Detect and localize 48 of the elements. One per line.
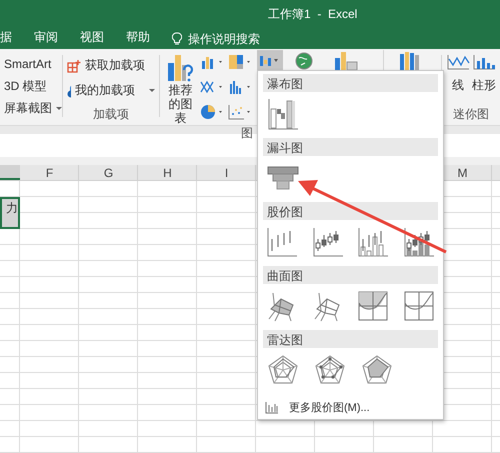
- recommended-charts-button[interactable]: 推荐的图表: [164, 53, 197, 126]
- shape-icon: [66, 84, 71, 98]
- section-header: 曲面图: [263, 266, 438, 284]
- ribbon-tab[interactable]: 审阅: [34, 28, 58, 50]
- ribbon-button[interactable]: 我的加载项: [66, 78, 155, 104]
- chart-question-icon: [166, 53, 194, 84]
- column-header[interactable]: G: [79, 165, 138, 180]
- ribbon-button[interactable]: 获取加载项: [66, 53, 155, 78]
- sparkline-button[interactable]: 柱形: [472, 53, 496, 94]
- more-charts-link[interactable]: 更多股价图(M)...: [263, 394, 438, 415]
- column-header[interactable]: I: [197, 165, 256, 180]
- ribbon-tab[interactable]: 据: [0, 28, 12, 50]
- stock-chart-icon[interactable]: [310, 225, 345, 259]
- treemap-icon[interactable]: [226, 53, 253, 72]
- group-label: 迷你图: [453, 106, 490, 124]
- selected-cell[interactable]: 力: [0, 197, 20, 229]
- ribbon-button[interactable]: 3D 模型: [4, 75, 58, 98]
- column-header[interactable]: H: [138, 165, 197, 180]
- section-header: 瀑布图: [263, 74, 438, 92]
- sparkline-button[interactable]: 线: [446, 53, 470, 94]
- group-label: 加载项: [92, 106, 129, 124]
- pivot-chart-icon[interactable]: [332, 50, 359, 70]
- waterfall-chart-icon[interactable]: [266, 97, 300, 131]
- globe-icon[interactable]: [292, 50, 315, 70]
- waterfall-chart-button[interactable]: [256, 50, 283, 70]
- group-label: 图: [240, 125, 253, 142]
- stock-chart-icon[interactable]: [356, 225, 390, 259]
- ribbon-tab[interactable]: 视图: [80, 28, 104, 50]
- column-header[interactable]: F: [20, 165, 79, 180]
- scatter-chart-icon[interactable]: [226, 103, 253, 122]
- tell-me-search[interactable]: 操作说明搜索: [188, 30, 260, 48]
- stock-chart-icon[interactable]: [265, 225, 300, 259]
- ribbon-tab[interactable]: 帮助: [126, 28, 150, 50]
- column-header[interactable]: [0, 165, 20, 180]
- window-title: 工作簿1 - Excel: [268, 6, 358, 24]
- stock-chart-icon[interactable]: [402, 225, 436, 259]
- grid-plus-icon: [66, 58, 81, 73]
- surface-chart-icon[interactable]: [356, 289, 390, 323]
- column-sparkline-icon: [472, 53, 496, 72]
- ribbon-button[interactable]: SmartArt: [4, 53, 58, 76]
- lightbulb-icon[interactable]: [172, 32, 182, 46]
- pie-chart-icon[interactable]: [198, 103, 225, 122]
- section-header: 雷达图: [263, 330, 438, 348]
- section-header: 股价图: [263, 202, 438, 220]
- line-sparkline-icon: [446, 53, 470, 72]
- stock-chart-icon: [265, 402, 279, 414]
- section-header: 漏斗图: [263, 138, 438, 156]
- surface-chart-icon[interactable]: [402, 289, 436, 323]
